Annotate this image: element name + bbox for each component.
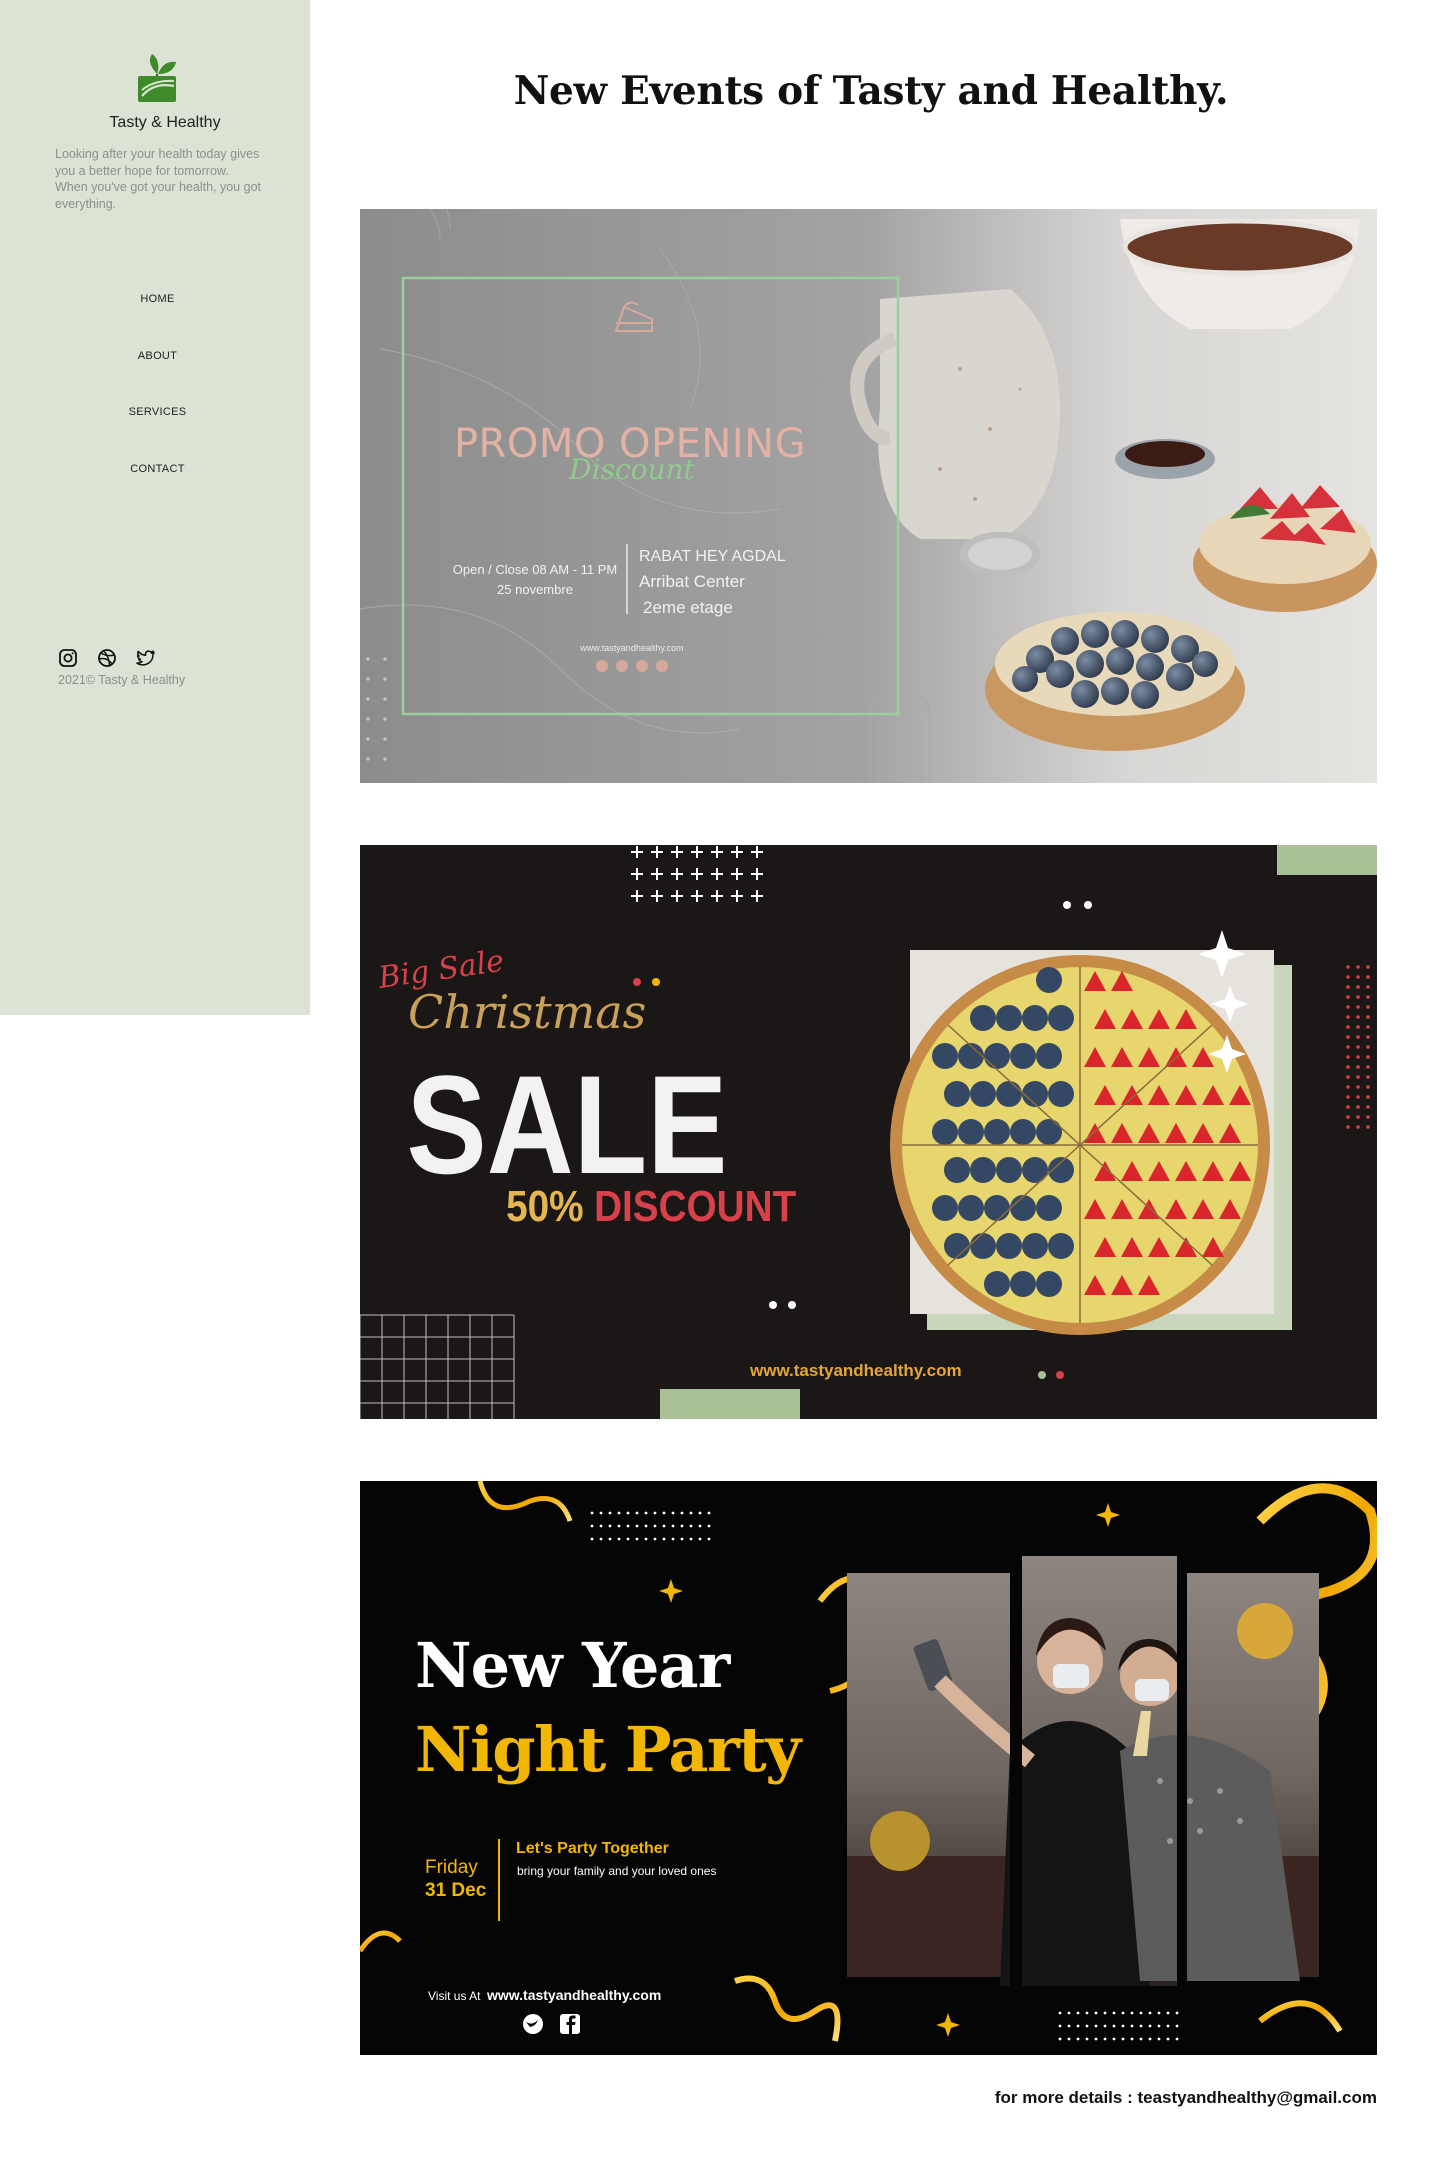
promo-script: Discount xyxy=(568,453,695,486)
newyear-day: Friday xyxy=(425,1857,478,1878)
promo-address-2: Arribat Center xyxy=(639,572,745,591)
nav-home[interactable]: HOME xyxy=(0,293,315,350)
dribbble-icon[interactable] xyxy=(97,648,117,668)
facebook-square-icon xyxy=(560,2014,580,2034)
christmas-website: www.tastyandhealthy.com xyxy=(749,1361,962,1380)
copyright: 2021© Tasty & Healthy xyxy=(58,673,186,687)
twitter-circle-icon xyxy=(523,2014,543,2034)
promo-hours: Open / Close 08 AM - 11 PM xyxy=(453,562,618,577)
sidebar: Tasty & Healthy Looking after your healt… xyxy=(0,0,310,1015)
newyear-banner-art: New Year Night Party Friday 31 Dec Let's… xyxy=(360,1481,1377,2055)
twitter-icon[interactable] xyxy=(136,648,156,668)
christmas-sale-banner[interactable]: Big Sale Christmas SALE 50% DISCOUNT www… xyxy=(360,845,1377,1419)
leaf-logo-icon xyxy=(138,54,176,102)
nav-about[interactable]: ABOUT xyxy=(0,350,315,407)
promo-banner-art: PROMO OPENING Discount Open / Close 08 A… xyxy=(360,209,1377,783)
christmas-script-2: Christmas xyxy=(408,985,646,1039)
newyear-date: 31 Dec xyxy=(425,1880,487,1901)
promo-address-3: 2eme etage xyxy=(643,598,733,617)
nav-services[interactable]: SERVICES xyxy=(0,406,315,463)
newyear-subtext: bring your family and your loved ones xyxy=(517,1864,716,1878)
main-nav: HOME ABOUT SERVICES CONTACT xyxy=(0,293,315,519)
newyear-headline-1: New Year xyxy=(415,1629,732,1702)
promo-website: www.tastyandhealthy.com xyxy=(579,643,683,653)
christmas-discount-word: DISCOUNT xyxy=(594,1181,796,1231)
newyear-website: www.tastyandhealthy.com xyxy=(486,1987,661,2003)
promo-date: 25 novembre xyxy=(497,582,573,597)
promo-address-1: RABAT HEY AGDAL xyxy=(639,548,786,565)
christmas-banner-art: Big Sale Christmas SALE 50% DISCOUNT www… xyxy=(360,845,1377,1419)
promo-opening-banner[interactable]: PROMO OPENING Discount Open / Close 08 A… xyxy=(360,209,1377,783)
social-links xyxy=(58,648,156,668)
christmas-discount-value: 50% xyxy=(506,1181,583,1231)
newyear-subhead: Let's Party Together xyxy=(516,1840,669,1857)
newyear-headline-2: Night Party xyxy=(415,1713,803,1786)
newyear-visit-prefix: Visit us At xyxy=(428,1989,481,2003)
brand-tagline: Looking after your health today gives yo… xyxy=(55,147,261,211)
contact-email-note: for more details : teastyandhealthy@gmai… xyxy=(994,2088,1377,2107)
page-title: New Events of Tasty and Healthy. xyxy=(513,68,1229,114)
new-year-party-banner[interactable]: New Year Night Party Friday 31 Dec Let's… xyxy=(360,1481,1377,2055)
brand-name: Tasty & Healthy xyxy=(109,114,221,131)
nav-contact[interactable]: CONTACT xyxy=(0,463,315,520)
instagram-icon[interactable] xyxy=(58,648,78,668)
christmas-headline: SALE xyxy=(406,1046,727,1203)
